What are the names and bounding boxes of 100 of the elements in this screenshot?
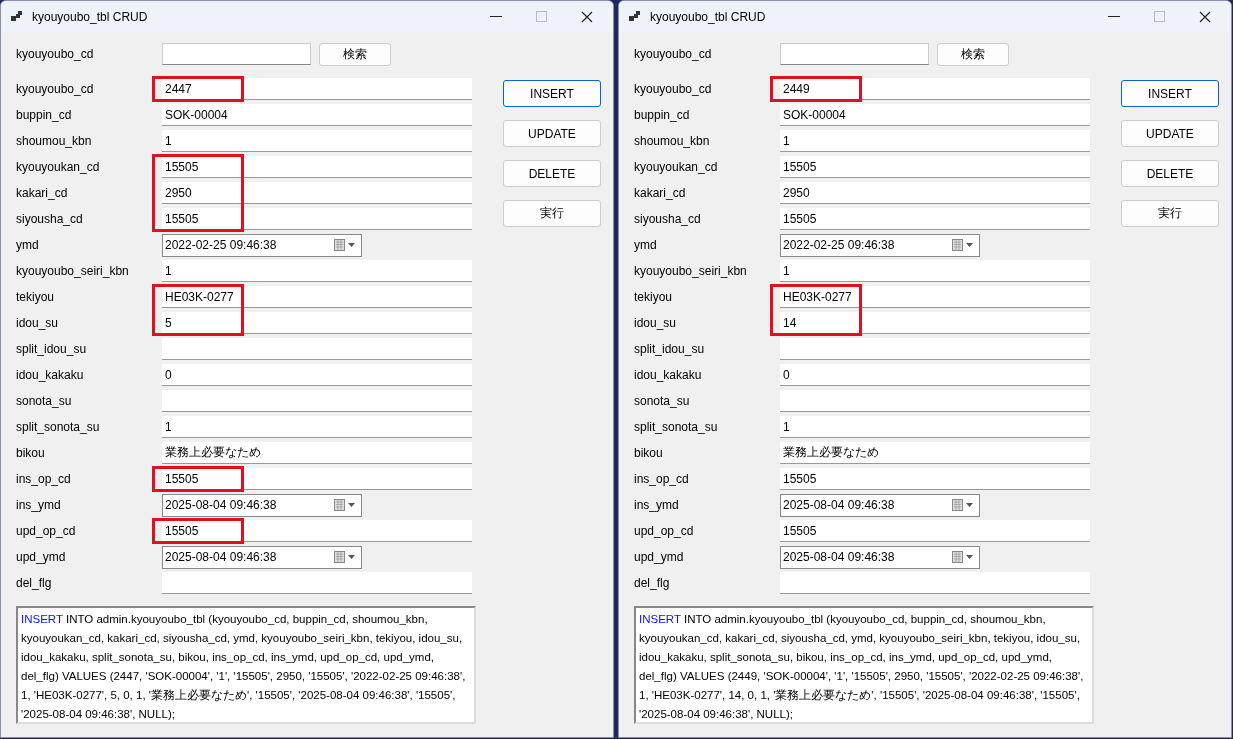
action-button[interactable]: DELETE: [503, 160, 601, 187]
field-label: shoumou_kbn: [16, 134, 93, 148]
calendar-dropdown-icon[interactable]: [334, 239, 358, 251]
date-picker[interactable]: 2025-08-04 09:46:38: [780, 545, 980, 569]
text-field[interactable]: 2447: [162, 78, 472, 100]
action-button[interactable]: UPDATE: [503, 120, 601, 147]
date-picker[interactable]: 2025-08-04 09:46:38: [162, 493, 362, 517]
calendar-dropdown-icon[interactable]: [334, 551, 358, 563]
text-field[interactable]: SOK-00004: [780, 104, 1090, 126]
app-icon: [11, 10, 23, 23]
sql-text[interactable]: INSERT INTO admin.kyouyoubo_tbl (kyouyoubo_cd, buppin_cd, shoumou_kbn, kyouyoukan_cd, kakari_cd, siyousha_cd, ymd, kyouyoubo_seiri_kbn, tekiyou, idou_su, idou_kakaku, split_sonota_su, bikou, ins_op_cd, ins_ymd, upd_op_cd, upd_ymd, del_flg) VALUES (2449, 'SOK-00004', '1', '15505', 2950, '15505', '2022-02-25 09:46:38', 1, 'HE03K-0277', 14, 0, 1, '業務上必要なため', '15505', '2025-08-04 09:46:38', '15505', '2025-08-04 09:46:38', NULL);: [634, 606, 1094, 724]
text-field[interactable]: 1: [162, 416, 472, 438]
action-button[interactable]: INSERT: [1121, 80, 1219, 107]
window-title: kyouyoubo_tbl CRUD: [32, 9, 148, 24]
calendar-dropdown-icon[interactable]: [952, 499, 976, 511]
text-field[interactable]: 15505: [162, 208, 472, 230]
action-button[interactable]: INSERT: [503, 80, 601, 107]
calendar-dropdown-icon[interactable]: [952, 239, 976, 251]
text-field[interactable]: [780, 338, 1090, 360]
field-label: kyouyoukan_cd: [634, 160, 719, 174]
text-field[interactable]: [162, 338, 472, 360]
text-field[interactable]: SOK-00004: [162, 104, 472, 126]
field-label: idou_kakaku: [16, 368, 85, 382]
text-field[interactable]: 14: [780, 312, 1090, 334]
field-value: 1: [165, 263, 172, 278]
action-button[interactable]: 実行: [1121, 200, 1219, 227]
date-picker[interactable]: 2022-02-25 09:46:38: [780, 233, 980, 257]
field-label: kyouyoubo_cd: [634, 82, 713, 96]
field-value: 0: [783, 367, 790, 382]
field-value: 15505: [783, 471, 817, 486]
close-icon[interactable]: [1199, 10, 1211, 23]
action-button[interactable]: 実行: [503, 200, 601, 227]
text-field[interactable]: [780, 390, 1090, 412]
field-value: 15505: [165, 159, 199, 174]
text-field[interactable]: 0: [780, 364, 1090, 386]
text-field[interactable]: HE03K-0277: [780, 286, 1090, 308]
field-value: 1: [783, 133, 790, 148]
field-label: del_flg: [16, 576, 53, 590]
text-field[interactable]: 1: [780, 260, 1090, 282]
text-field[interactable]: 15505: [780, 208, 1090, 230]
field-value: SOK-00004: [783, 107, 846, 122]
field-label: siyousha_cd: [634, 212, 702, 226]
text-field[interactable]: 15505: [162, 156, 472, 178]
field-value: 15505: [783, 159, 817, 174]
date-picker[interactable]: 2025-08-04 09:46:38: [780, 493, 980, 517]
field-value: 2950: [783, 185, 810, 200]
search-field[interactable]: [162, 43, 311, 65]
field-label: ins_op_cd: [634, 472, 690, 486]
field-label: del_flg: [634, 576, 671, 590]
text-field[interactable]: 1: [162, 260, 472, 282]
text-field[interactable]: 2950: [780, 182, 1090, 204]
window-title: kyouyoubo_tbl CRUD: [650, 9, 766, 24]
field-label: buppin_cd: [634, 108, 691, 122]
text-field[interactable]: 2950: [162, 182, 472, 204]
sql-text[interactable]: INSERT INTO admin.kyouyoubo_tbl (kyouyoubo_cd, buppin_cd, shoumou_kbn, kyouyoukan_cd, kakari_cd, siyousha_cd, ymd, kyouyoubo_seiri_kbn, tekiyou, idou_su, idou_kakaku, split_sonota_su, bikou, ins_op_cd, ins_ymd, upd_op_cd, upd_ymd, del_flg) VALUES (2447, 'SOK-00004', '1', '15505', 2950, '15505', '2022-02-25 09:46:38', 1, 'HE03K-0277', 5, 0, 1, '業務上必要なため', '15505', '2025-08-04 09:46:38', '15505', '2025-08-04 09:46:38', NULL);: [16, 606, 476, 724]
minimize-icon[interactable]: [490, 15, 502, 18]
text-field[interactable]: 15505: [780, 520, 1090, 542]
action-button[interactable]: UPDATE: [1121, 120, 1219, 147]
text-field[interactable]: 2449: [780, 78, 1090, 100]
text-field[interactable]: 1: [780, 416, 1090, 438]
text-field[interactable]: 15505: [780, 468, 1090, 490]
field-label: ymd: [16, 238, 40, 252]
text-field[interactable]: 15505: [162, 468, 472, 490]
field-value: 14: [783, 315, 797, 330]
text-field[interactable]: 0: [162, 364, 472, 386]
field-value: 1: [165, 419, 172, 434]
search-button[interactable]: 検索: [937, 42, 1009, 66]
text-field[interactable]: 5: [162, 312, 472, 334]
text-field[interactable]: [162, 572, 472, 594]
text-field[interactable]: [780, 572, 1090, 594]
field-label: upd_op_cd: [16, 524, 77, 538]
text-field[interactable]: [162, 390, 472, 412]
field-value: 15505: [165, 471, 199, 486]
text-field[interactable]: 業務上必要なため: [780, 442, 1090, 464]
search-button[interactable]: 検索: [319, 42, 391, 66]
field-value: 15505: [783, 211, 817, 226]
date-picker[interactable]: 2022-02-25 09:46:38: [162, 233, 362, 257]
text-field[interactable]: 業務上必要なため: [162, 442, 472, 464]
calendar-dropdown-icon[interactable]: [334, 499, 358, 511]
date-value: 2022-02-25 09:46:38: [783, 238, 896, 252]
text-field[interactable]: HE03K-0277: [162, 286, 472, 308]
text-field[interactable]: 15505: [162, 520, 472, 542]
field-value: HE03K-0277: [165, 289, 234, 304]
search-field[interactable]: [780, 43, 929, 65]
text-field[interactable]: 1: [162, 130, 472, 152]
action-button[interactable]: DELETE: [1121, 160, 1219, 187]
field-label: sonota_su: [634, 394, 691, 408]
minimize-icon[interactable]: [1108, 15, 1120, 18]
date-picker[interactable]: 2025-08-04 09:46:38: [162, 545, 362, 569]
field-value: 15505: [165, 523, 199, 538]
field-label: ins_ymd: [634, 498, 680, 512]
calendar-dropdown-icon[interactable]: [952, 551, 976, 563]
close-icon[interactable]: [581, 10, 593, 23]
text-field[interactable]: 15505: [780, 156, 1090, 178]
text-field[interactable]: 1: [780, 130, 1090, 152]
field-value: HE03K-0277: [783, 289, 852, 304]
field-label: split_sonota_su: [16, 420, 101, 434]
field-label: upd_ymd: [16, 550, 67, 564]
field-label: bikou: [634, 446, 664, 460]
maximize-icon: [1154, 11, 1165, 22]
